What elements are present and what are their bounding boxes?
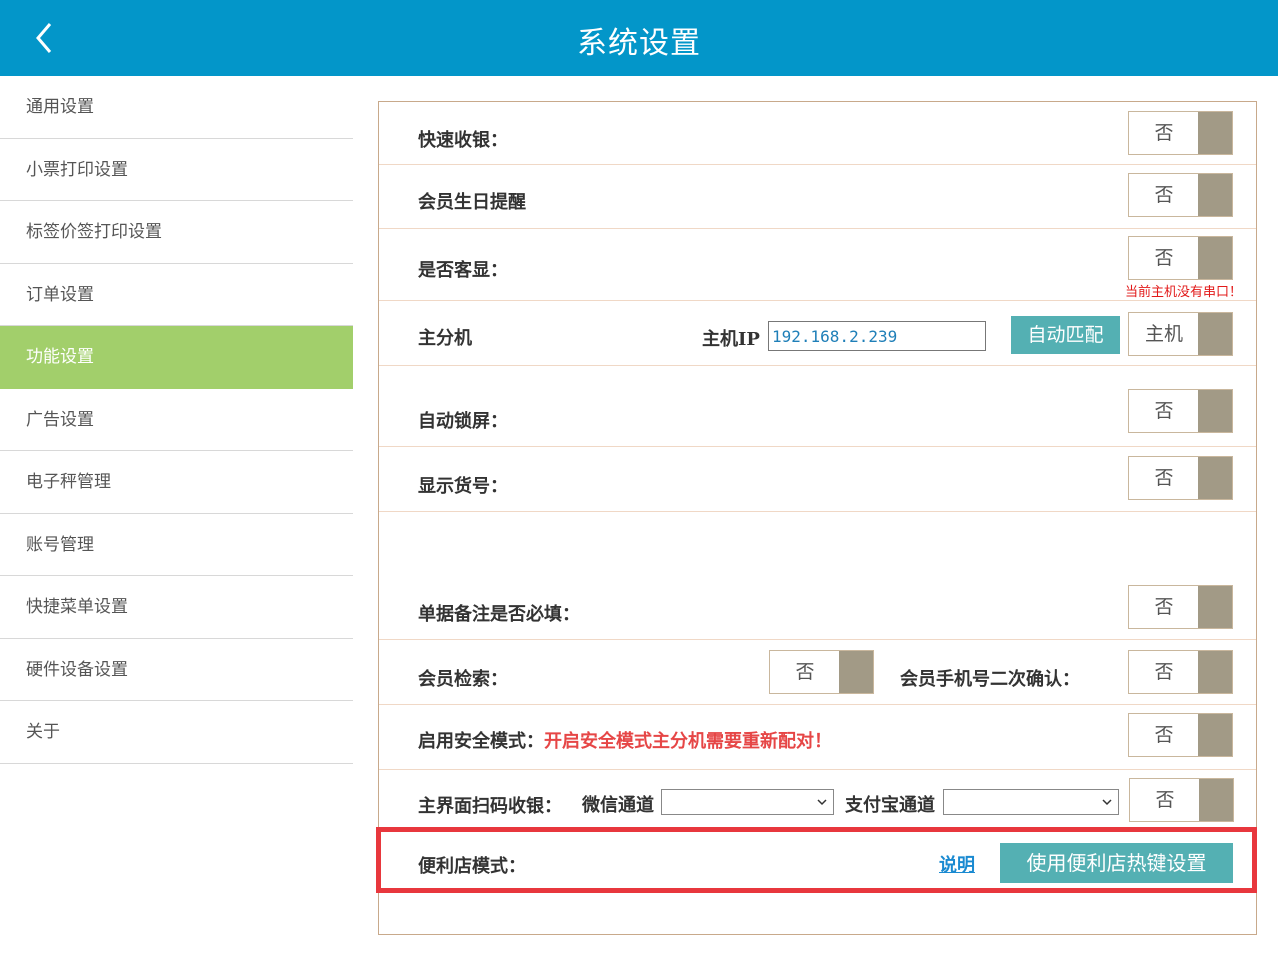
toggle-value: 否 [1155, 789, 1175, 811]
wechat-channel-label: 微信通道 [582, 795, 654, 816]
host-ip-label: 主机IP [702, 329, 760, 350]
sidebar-item-account[interactable]: 账号管理 [0, 514, 353, 576]
chevron-down-icon [815, 795, 829, 809]
chevron-down-icon [1100, 795, 1114, 809]
alipay-channel-label: 支付宝通道 [845, 795, 935, 816]
page-title: 系统设置 [577, 26, 701, 61]
row-auto-lock: 自动锁屏： 否 [379, 366, 1256, 447]
safe-mode-warning: 开启安全模式主分机需要重新配对！ [544, 731, 832, 752]
settings-panel: 快速收银： 否 会员生日提醒 否 是否客显： 否 当前主机没有串口！ 主分机 主… [378, 101, 1257, 935]
sidebar-item-scale[interactable]: 电子秤管理 [0, 451, 353, 514]
toggle-value: 否 [795, 661, 815, 683]
row-convenience-mode: 便利店模式： 说明 使用便利店热键设置 [379, 833, 1256, 893]
auto-lock-toggle[interactable]: 否 [1128, 389, 1233, 433]
toggle-knob [1198, 457, 1232, 499]
customer-display-label: 是否客显： [418, 260, 508, 281]
sidebar-item-order[interactable]: 订单设置 [0, 264, 353, 326]
wechat-channel-select[interactable] [661, 789, 834, 815]
toggle-knob [1198, 112, 1232, 154]
phone-confirm-label: 会员手机号二次确认： [900, 669, 1080, 690]
no-serial-port-warning: 当前主机没有串口！ [1124, 285, 1242, 300]
remark-required-toggle[interactable]: 否 [1128, 585, 1233, 629]
sidebar-item-receipt-print[interactable]: 小票打印设置 [0, 139, 353, 201]
phone-confirm-toggle[interactable]: 否 [1128, 650, 1233, 694]
toggle-value: 否 [1154, 184, 1174, 206]
member-birthday-toggle[interactable]: 否 [1128, 173, 1233, 217]
row-host-split: 主分机 主机IP 自动匹配 主机 [379, 301, 1256, 366]
toggle-knob [1199, 779, 1233, 821]
sidebar-item-shortcut-menu[interactable]: 快捷菜单设置 [0, 576, 353, 639]
row-customer-display: 是否客显： 否 当前主机没有串口！ [379, 229, 1256, 301]
safe-mode-toggle[interactable]: 否 [1128, 713, 1233, 757]
safe-mode-title: 启用安全模式： [418, 731, 544, 752]
explain-link[interactable]: 说明 [939, 851, 975, 877]
host-ip-input[interactable] [768, 321, 986, 351]
toggle-knob [1198, 586, 1232, 628]
alipay-channel-select[interactable] [943, 789, 1119, 815]
toggle-knob [1198, 714, 1232, 756]
row-member-birthday: 会员生日提醒 否 [379, 165, 1256, 229]
customer-display-toggle[interactable]: 否 [1128, 236, 1233, 280]
member-birthday-label: 会员生日提醒 [418, 192, 526, 213]
safe-mode-label: 启用安全模式：开启安全模式主分机需要重新配对！ [418, 727, 832, 753]
toggle-knob [1198, 651, 1232, 693]
toggle-value: 否 [1154, 400, 1174, 422]
sidebar-item-about[interactable]: 关于 [0, 701, 353, 764]
sidebar-item-label-print[interactable]: 标签价签打印设置 [0, 201, 353, 264]
toggle-value: 否 [1154, 247, 1174, 269]
toggle-knob [1198, 174, 1232, 216]
auto-lock-label: 自动锁屏： [418, 411, 508, 432]
toggle-knob [1198, 313, 1232, 355]
toggle-value: 否 [1154, 724, 1174, 746]
member-search-toggle[interactable]: 否 [769, 650, 874, 694]
auto-match-button[interactable]: 自动匹配 [1011, 316, 1120, 354]
member-search-label: 会员检索： [418, 669, 508, 690]
show-item-no-toggle[interactable]: 否 [1128, 456, 1233, 500]
sidebar-item-hardware[interactable]: 硬件设备设置 [0, 639, 353, 701]
toggle-knob [1198, 390, 1232, 432]
show-item-no-label: 显示货号： [418, 476, 508, 497]
toggle-value: 否 [1154, 661, 1174, 683]
row-member-search: 会员检索： 否 会员手机号二次确认： 否 [379, 640, 1256, 705]
toggle-knob [839, 651, 873, 693]
sidebar-item-ads[interactable]: 广告设置 [0, 389, 353, 451]
host-split-label: 主分机 [418, 328, 472, 349]
row-show-item-no: 显示货号： 否 [379, 447, 1256, 512]
scan-checkout-toggle[interactable]: 否 [1129, 778, 1234, 822]
row-remark-required: 单据备注是否必填： 否 [379, 512, 1256, 640]
host-mode-toggle[interactable]: 主机 [1128, 312, 1233, 356]
sidebar: 通用设置 小票打印设置 标签价签打印设置 订单设置 功能设置 广告设置 电子秤管… [0, 76, 353, 764]
header-bar: 系统设置 [0, 0, 1278, 76]
row-scan-checkout: 主界面扫码收银： 微信通道 支付宝通道 否 [379, 770, 1256, 833]
toggle-value: 否 [1154, 596, 1174, 618]
sidebar-item-general[interactable]: 通用设置 [0, 76, 353, 139]
toggle-knob [1198, 237, 1232, 279]
remark-required-label: 单据备注是否必填： [418, 604, 580, 625]
toggle-value: 否 [1154, 122, 1174, 144]
scan-checkout-label: 主界面扫码收银： [418, 796, 562, 817]
quick-checkout-label: 快速收银： [418, 130, 508, 151]
convenience-hotkey-button[interactable]: 使用便利店热键设置 [1000, 843, 1233, 883]
quick-checkout-toggle[interactable]: 否 [1128, 111, 1233, 155]
toggle-value: 主机 [1144, 323, 1183, 345]
row-safe-mode: 启用安全模式：开启安全模式主分机需要重新配对！ 否 [379, 705, 1256, 770]
toggle-value: 否 [1154, 467, 1174, 489]
row-quick-checkout: 快速收银： 否 [379, 102, 1256, 165]
sidebar-item-function[interactable]: 功能设置 [0, 326, 353, 389]
convenience-mode-label: 便利店模式： [418, 856, 526, 877]
